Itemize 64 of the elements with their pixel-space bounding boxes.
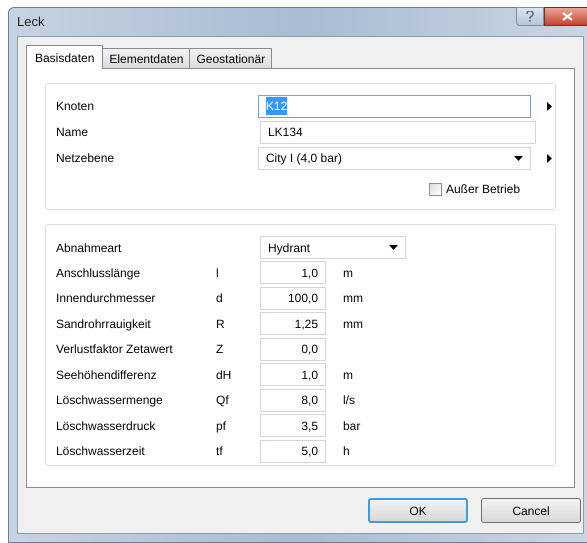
help-button[interactable]: [516, 7, 544, 26]
param-symbol: l: [216, 264, 219, 282]
tab[interactable]: Geostationär: [190, 48, 272, 68]
tab[interactable]: Basisdaten: [26, 45, 104, 69]
dropdown-caret-icon: [514, 156, 524, 160]
unit-label: m: [343, 366, 353, 384]
param-symbol: tf: [216, 443, 223, 460]
number-field[interactable]: 1,0: [260, 363, 326, 386]
field-value: City I (4,0 bar): [266, 150, 342, 167]
number-field[interactable]: 3,5: [260, 414, 326, 438]
param-symbol: d: [216, 290, 223, 308]
field-value: 5,0: [301, 443, 318, 460]
unit-label: mm: [343, 316, 363, 333]
text-field[interactable]: LK134: [260, 120, 536, 144]
field-value: 8,0: [301, 392, 318, 410]
checkbox-label: Außer Betrieb: [446, 181, 520, 198]
tab[interactable]: Elementdaten: [103, 48, 190, 68]
unit-label: l/s: [343, 392, 355, 410]
field-value: Hydrant: [268, 240, 310, 256]
field-label: Abnahmeart: [56, 240, 122, 256]
dialog-button[interactable]: Cancel: [481, 498, 581, 523]
unit-label: bar: [343, 418, 360, 435]
param-label: Verlustfaktor Zetawert: [56, 341, 174, 358]
param-label: Sandrohrrauigkeit: [56, 316, 152, 333]
param-symbol: pf: [216, 418, 226, 435]
number-field[interactable]: 5,0: [260, 440, 326, 463]
field-value: 0,0: [301, 341, 318, 358]
number-field[interactable]: 1,0: [260, 261, 326, 284]
number-field[interactable]: 0,0: [260, 338, 326, 361]
number-field[interactable]: 8,0: [260, 388, 326, 412]
close-button[interactable]: [544, 7, 587, 26]
dialog-button[interactable]: OK: [368, 498, 468, 523]
close-icon: [562, 12, 572, 21]
unit-label: h: [343, 443, 350, 460]
question-mark-icon: [526, 11, 534, 22]
field-value: 3,5: [301, 418, 318, 435]
dropdown-caret-icon: [389, 245, 398, 250]
param-symbol: R: [216, 316, 225, 333]
field-value: 1,0: [301, 264, 318, 282]
number-field[interactable]: 100,0: [260, 286, 326, 310]
field-value: 1,25: [294, 316, 318, 333]
field-value: 100,0: [288, 290, 318, 308]
field-value: 1,0: [301, 366, 318, 384]
param-label: Innendurchmesser: [56, 290, 156, 308]
param-symbol: Z: [216, 341, 224, 358]
unit-label: mm: [343, 290, 363, 308]
param-label: Löschwasserzeit: [56, 443, 146, 460]
param-symbol: Qf: [216, 392, 229, 410]
field-value: LK134: [268, 124, 303, 141]
param-label: Seehöhendifferenz: [56, 366, 158, 384]
dropdown[interactable]: City I (4,0 bar): [258, 146, 532, 170]
field-label: Name: [56, 124, 90, 141]
field-label: Knoten: [56, 98, 96, 115]
dropdown[interactable]: Hydrant: [260, 236, 406, 259]
param-symbol: dH: [216, 366, 232, 384]
param-label: Löschwasserdruck: [56, 418, 156, 435]
window-title: Leck: [17, 13, 44, 32]
unit-label: m: [343, 264, 353, 282]
field-label: Netzebene: [56, 150, 116, 167]
param-label: Löschwassermenge: [56, 392, 164, 410]
number-field[interactable]: 1,25: [260, 312, 326, 336]
checkbox[interactable]: [428, 182, 442, 196]
field-value: K12: [266, 97, 288, 115]
param-label: Anschlusslänge: [56, 264, 142, 282]
